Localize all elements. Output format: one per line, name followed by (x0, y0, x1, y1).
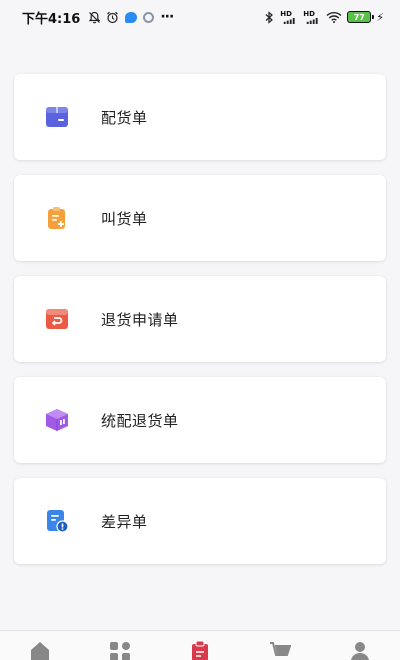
menu-item-label: 差异单 (101, 512, 148, 531)
discrepancy-doc-icon (44, 508, 70, 534)
order-clipboard-icon (44, 205, 70, 231)
more-notifications-icon: ··· (160, 9, 174, 25)
tab-apps[interactable] (108, 641, 132, 660)
menu-item-label: 退货申请单 (101, 310, 179, 329)
return-request-icon (44, 306, 70, 332)
battery-icon: 77 (347, 11, 375, 23)
cart-icon (269, 641, 292, 660)
cellular-signal-icon-1: HD (280, 10, 298, 24)
menu-item-discrepancy-note[interactable]: 差异单 (14, 478, 386, 564)
bottom-tab-bar (0, 630, 400, 660)
document-menu-list: 配货单 叫货单 退货申请单 统配退货单 差异单 (14, 74, 386, 579)
charging-icon: ⚡ (376, 10, 384, 24)
alarm-icon (106, 11, 119, 24)
cellular-signal-icon-2: HD (303, 10, 321, 24)
menu-item-label: 统配退货单 (101, 411, 179, 430)
wifi-icon (326, 11, 342, 24)
app-notification-icon (142, 11, 155, 24)
user-icon (350, 641, 370, 660)
menu-item-unified-return[interactable]: 统配退货单 (14, 377, 386, 463)
tab-home[interactable] (28, 641, 52, 660)
menu-item-label: 配货单 (101, 108, 148, 127)
tab-profile[interactable] (348, 641, 372, 660)
menu-item-label: 叫货单 (101, 209, 148, 228)
tab-orders[interactable] (188, 640, 212, 660)
home-icon (29, 641, 51, 660)
status-time: 下午4:16 (22, 11, 81, 27)
bell-muted-icon (88, 11, 101, 24)
bluetooth-icon (262, 10, 275, 24)
unified-return-box-icon (44, 407, 70, 433)
orders-icon (190, 640, 210, 660)
chat-bubble-icon (124, 11, 137, 24)
tab-cart[interactable] (268, 641, 292, 660)
menu-item-return-request[interactable]: 退货申请单 (14, 276, 386, 362)
apps-icon (109, 641, 131, 660)
menu-item-order-note[interactable]: 叫货单 (14, 175, 386, 261)
menu-item-delivery-note[interactable]: 配货单 (14, 74, 386, 160)
delivery-box-icon (44, 104, 70, 130)
status-bar: 下午4:16 ··· HD HD 77 ⚡ (0, 0, 400, 34)
